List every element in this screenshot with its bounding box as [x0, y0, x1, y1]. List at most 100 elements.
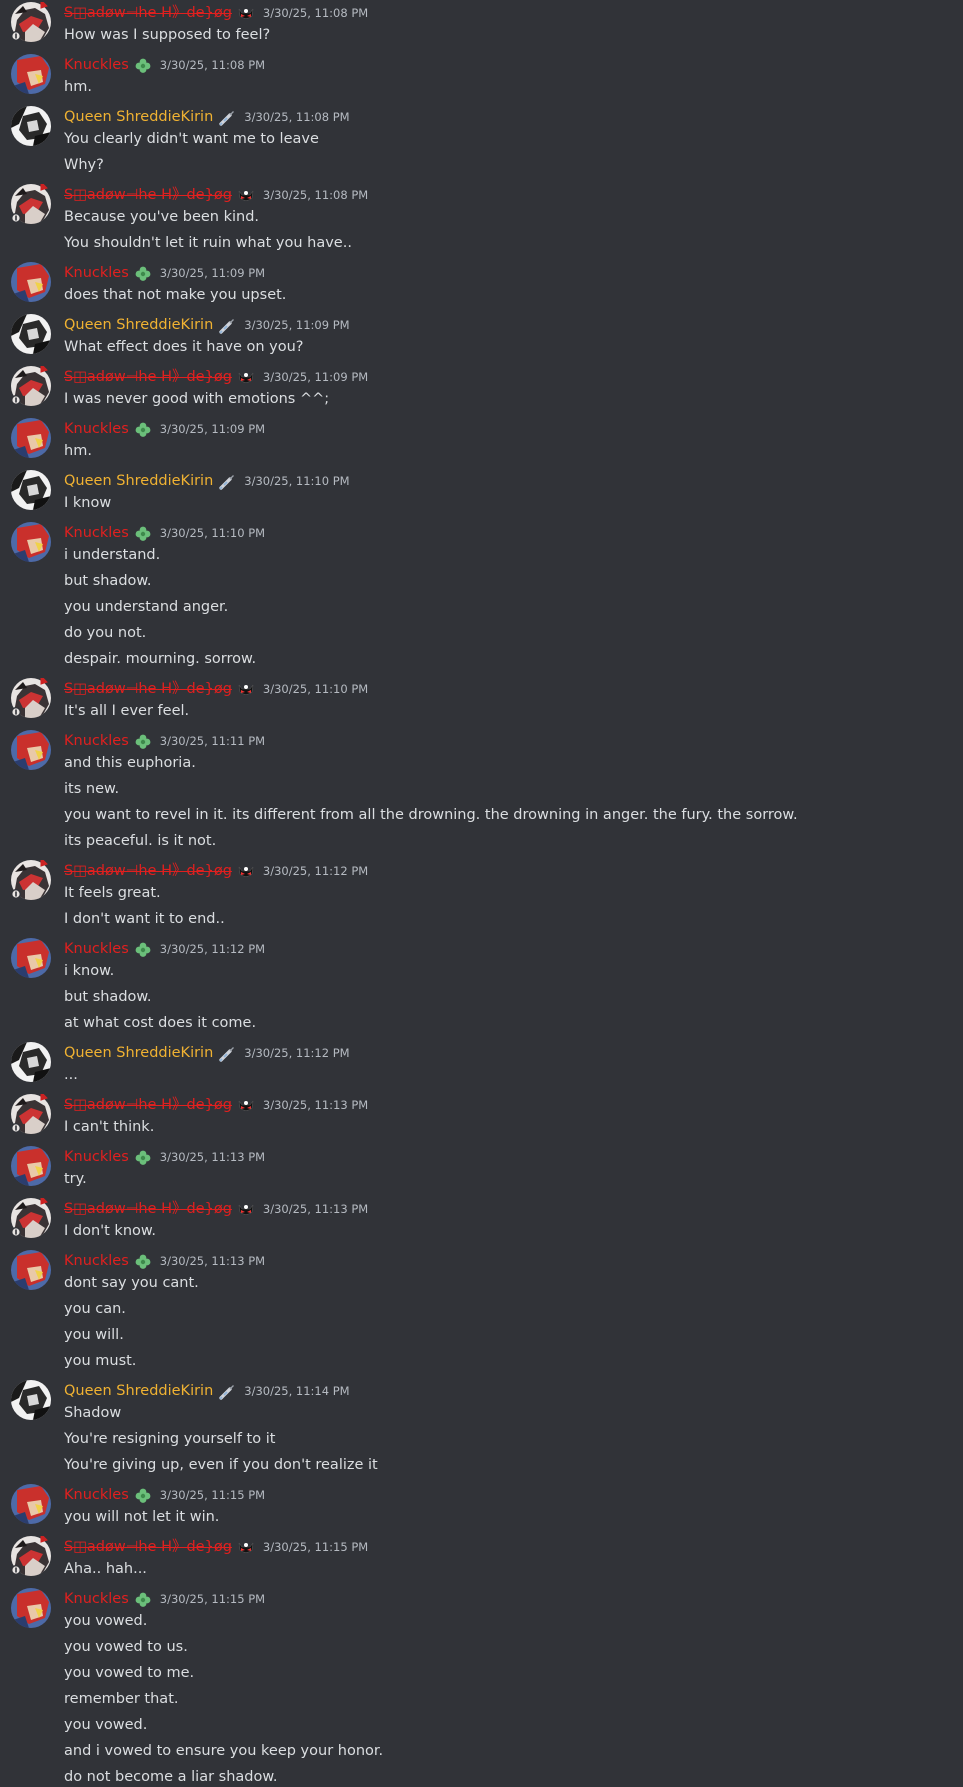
cat-mask-icon[interactable]	[237, 187, 255, 205]
username[interactable]: S◫adøw⊣he H》de}øg	[64, 1094, 232, 1117]
knuckles-avatar[interactable]	[11, 54, 51, 94]
timestamp[interactable]: 3/30/25, 11:13 PM	[160, 1250, 265, 1273]
knuckles-avatar[interactable]	[11, 418, 51, 458]
syringe-icon[interactable]	[218, 317, 236, 335]
username[interactable]: S◫adøw⊣he H》de}øg	[64, 678, 232, 701]
username[interactable]: S◫adøw⊣he H》de}øg	[64, 860, 232, 883]
username[interactable]: Queen ShreddieKirin	[64, 470, 213, 493]
cat-mask-icon[interactable]	[237, 1539, 255, 1557]
knuckles-avatar[interactable]	[11, 1588, 51, 1628]
shadow-avatar[interactable]	[11, 184, 51, 224]
username[interactable]: S◫adøw⊣he H》de}øg	[64, 1198, 232, 1221]
knuckles-avatar[interactable]	[11, 1146, 51, 1186]
message-text: You shouldn't let it ruin what you have.…	[64, 235, 352, 251]
queen-avatar[interactable]	[11, 470, 51, 510]
timestamp[interactable]: 3/30/25, 11:10 PM	[160, 522, 265, 545]
timestamp[interactable]: 3/30/25, 11:08 PM	[244, 106, 349, 129]
green-flower-icon[interactable]	[134, 1487, 152, 1505]
cat-mask-icon[interactable]	[237, 1201, 255, 1219]
username[interactable]: Knuckles	[64, 730, 129, 753]
timestamp[interactable]: 3/30/25, 11:09 PM	[244, 314, 349, 337]
timestamp[interactable]: 3/30/25, 11:10 PM	[263, 678, 368, 701]
green-flower-icon[interactable]	[134, 421, 152, 439]
message-text: What effect does it have on you?	[64, 339, 304, 355]
username[interactable]: Knuckles	[64, 1588, 129, 1611]
username[interactable]: Knuckles	[64, 418, 129, 441]
queen-avatar[interactable]	[11, 1042, 51, 1082]
knuckles-avatar[interactable]	[11, 938, 51, 978]
username[interactable]: S◫adøw⊣he H》de}øg	[64, 366, 232, 389]
queen-avatar[interactable]	[11, 1380, 51, 1420]
knuckles-avatar[interactable]	[11, 1484, 51, 1524]
green-flower-icon[interactable]	[134, 57, 152, 75]
username[interactable]: Queen ShreddieKirin	[64, 1380, 213, 1403]
username[interactable]: Knuckles	[64, 1484, 129, 1507]
shadow-avatar[interactable]	[11, 860, 51, 900]
timestamp[interactable]: 3/30/25, 11:13 PM	[160, 1146, 265, 1169]
cat-mask-icon[interactable]	[237, 1097, 255, 1115]
green-flower-icon[interactable]	[134, 265, 152, 283]
cat-mask-icon[interactable]	[237, 5, 255, 23]
shadow-avatar[interactable]	[11, 678, 51, 718]
username[interactable]: Knuckles	[64, 522, 129, 545]
knuckles-avatar[interactable]	[11, 522, 51, 562]
username[interactable]: S◫adøw⊣he H》de}øg	[64, 1536, 232, 1559]
timestamp[interactable]: 3/30/25, 11:09 PM	[263, 366, 368, 389]
timestamp[interactable]: 3/30/25, 11:12 PM	[263, 860, 368, 883]
username[interactable]: Knuckles	[64, 54, 129, 77]
timestamp[interactable]: 3/30/25, 11:15 PM	[263, 1536, 368, 1559]
green-flower-icon[interactable]	[134, 1591, 152, 1609]
queen-avatar[interactable]	[11, 314, 51, 354]
username[interactable]: S◫adøw⊣he H》de}øg	[64, 184, 232, 207]
timestamp[interactable]: 3/30/25, 11:13 PM	[263, 1094, 368, 1117]
username[interactable]: Queen ShreddieKirin	[64, 314, 213, 337]
timestamp[interactable]: 3/30/25, 11:09 PM	[160, 418, 265, 441]
syringe-icon[interactable]	[218, 473, 236, 491]
timestamp[interactable]: 3/30/25, 11:12 PM	[244, 1042, 349, 1065]
timestamp[interactable]: 3/30/25, 11:13 PM	[263, 1198, 368, 1221]
syringe-icon[interactable]	[218, 1383, 236, 1401]
syringe-icon[interactable]	[218, 109, 236, 127]
green-flower-icon[interactable]	[134, 525, 152, 543]
cat-mask-icon[interactable]	[237, 681, 255, 699]
cat-mask-icon[interactable]	[237, 369, 255, 387]
username[interactable]: Knuckles	[64, 1146, 129, 1169]
username[interactable]: Knuckles	[64, 1250, 129, 1273]
message-header: Knuckles 3/30/25, 11:15 PM	[64, 1588, 963, 1611]
shadow-avatar[interactable]	[11, 366, 51, 406]
message-text: you vowed.	[64, 1717, 148, 1733]
timestamp[interactable]: 3/30/25, 11:10 PM	[244, 470, 349, 493]
green-flower-icon[interactable]	[134, 1253, 152, 1271]
username[interactable]: S◫adøw⊣he H》de}øg	[64, 2, 232, 25]
timestamp[interactable]: 3/30/25, 11:08 PM	[160, 54, 265, 77]
green-flower-icon[interactable]	[134, 733, 152, 751]
shadow-avatar[interactable]	[11, 1198, 51, 1238]
syringe-icon[interactable]	[218, 1045, 236, 1063]
queen-avatar[interactable]	[11, 106, 51, 146]
username[interactable]: Knuckles	[64, 938, 129, 961]
timestamp[interactable]: 3/30/25, 11:14 PM	[244, 1380, 349, 1403]
timestamp[interactable]: 3/30/25, 11:15 PM	[160, 1484, 265, 1507]
green-flower-icon[interactable]	[134, 1149, 152, 1167]
cat-mask-icon[interactable]	[237, 863, 255, 881]
message-text: you vowed to me.	[64, 1665, 195, 1681]
message-group: Knuckles 3/30/25, 11:13 PM dont say you ca…	[0, 1248, 963, 1371]
shadow-avatar[interactable]	[11, 2, 51, 42]
timestamp[interactable]: 3/30/25, 11:08 PM	[263, 2, 368, 25]
timestamp[interactable]: 3/30/25, 11:15 PM	[160, 1588, 265, 1611]
timestamp[interactable]: 3/30/25, 11:09 PM	[160, 262, 265, 285]
username[interactable]: Queen ShreddieKirin	[64, 106, 213, 129]
shadow-avatar[interactable]	[11, 1536, 51, 1576]
knuckles-avatar[interactable]	[11, 730, 51, 770]
shadow-avatar[interactable]	[11, 1094, 51, 1134]
knuckles-avatar[interactable]	[11, 262, 51, 302]
timestamp[interactable]: 3/30/25, 11:12 PM	[160, 938, 265, 961]
message-text: i understand.	[64, 547, 161, 563]
green-flower-icon[interactable]	[134, 941, 152, 959]
username[interactable]: Queen ShreddieKirin	[64, 1042, 213, 1065]
timestamp[interactable]: 3/30/25, 11:11 PM	[160, 730, 265, 753]
message-text: hm.	[64, 79, 92, 95]
username[interactable]: Knuckles	[64, 262, 129, 285]
knuckles-avatar[interactable]	[11, 1250, 51, 1290]
timestamp[interactable]: 3/30/25, 11:08 PM	[263, 184, 368, 207]
